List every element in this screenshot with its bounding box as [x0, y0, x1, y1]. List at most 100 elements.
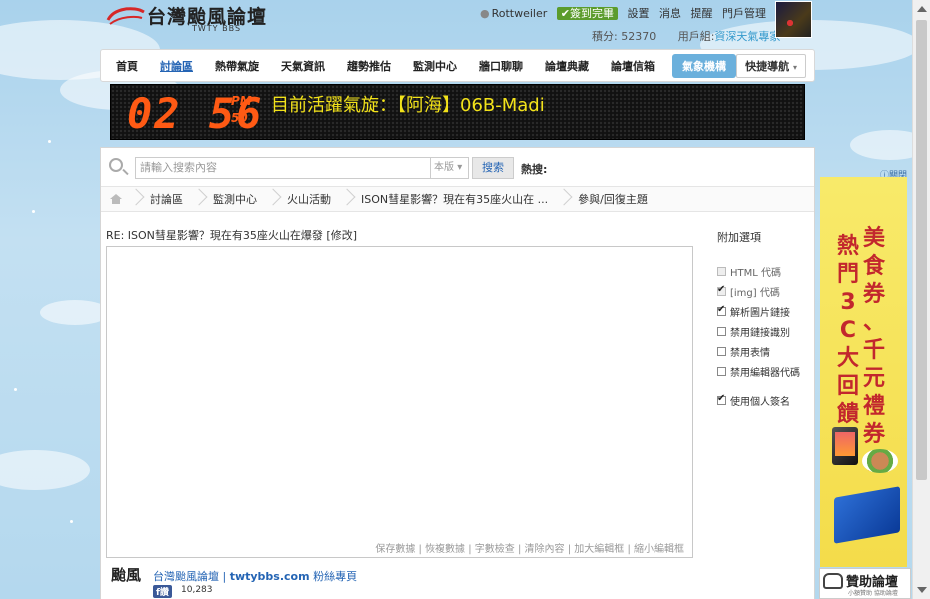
phone-image: [832, 427, 858, 465]
nav-trend-forecast[interactable]: 趨勢推估: [336, 58, 402, 74]
ad-glyph: 美: [862, 226, 885, 251]
fanpage-suffix: 粉絲專頁: [313, 570, 358, 583]
group-value[interactable]: 資深天氣專家: [714, 30, 780, 43]
ad-line-2: 熱門 3 C大回饋: [836, 233, 860, 429]
breadcrumb-forum[interactable]: 討論區: [140, 191, 193, 207]
ad-glyph: 食: [862, 254, 885, 279]
restore-data-link[interactable]: 恢複數據: [415, 544, 465, 555]
main-panel: 請輸入搜索內容 本版 ▾ 搜索 熱搜: 討論區 監測中心 火山活動 ISON彗星…: [100, 147, 815, 599]
quick-nav-label: 快捷導航: [745, 59, 790, 73]
led-seconds: 50: [231, 111, 248, 125]
save-data-link[interactable]: 保存數據: [375, 544, 415, 555]
nav-tropical-cyclone[interactable]: 熱帶氣旋: [204, 58, 270, 74]
option-parse-image-links[interactable]: 解析圖片鏈接: [717, 301, 812, 321]
search-button[interactable]: 搜索: [472, 157, 514, 179]
ad-glyph: 門: [836, 262, 859, 287]
search-scope-select[interactable]: 本版 ▾: [431, 157, 469, 179]
nav-weather-info[interactable]: 天氣資訊: [270, 58, 336, 74]
scroll-down-icon[interactable]: [917, 587, 927, 593]
ad-glyph: 熱: [836, 234, 859, 259]
sponsor-forum-button[interactable]: 贊助論壇 小額贊助 協助論壇: [819, 568, 911, 599]
username-link[interactable]: Rottweiler: [492, 7, 548, 20]
search-bar: 請輸入搜索內容 本版 ▾ 搜索 熱搜:: [101, 148, 814, 186]
ad-glyph: 元: [862, 366, 885, 391]
search-input[interactable]: 請輸入搜索內容: [135, 157, 431, 179]
checkbox[interactable]: [717, 284, 726, 296]
checkbox[interactable]: [717, 266, 726, 276]
breadcrumb-thread[interactable]: ISON彗星影響？現在有35座火山在 ...: [351, 191, 558, 207]
nav-archive[interactable]: 論壇典藏: [534, 58, 600, 74]
nav-forum[interactable]: 討論區: [149, 58, 204, 74]
avatar[interactable]: [775, 1, 812, 38]
breadcrumb-reply: 參與/回復主題: [578, 193, 648, 206]
breadcrumb-separator: [341, 186, 351, 212]
facebook-like-button[interactable]: f讚: [153, 585, 172, 598]
ad-glyph: 回: [836, 374, 859, 399]
fanpage-logo[interactable]: 颱風: [111, 568, 149, 599]
main-nav: 首頁 討論區 熱帶氣旋 天氣資訊 趨勢推估 監測中心 牆口聊聊 論壇典藏 論壇信…: [100, 49, 815, 82]
hot-search-label: 熱搜:: [521, 163, 548, 176]
quick-nav-dropdown[interactable]: 快捷導航 ▾: [736, 53, 806, 78]
option-use-signature[interactable]: 使用個人簽名: [717, 390, 812, 410]
fanpage-name[interactable]: 台灣颱風論壇 | twtybbs.com 粉絲專頁: [153, 568, 357, 584]
nav-chat[interactable]: 牆口聊聊: [468, 58, 534, 74]
portal-admin-link[interactable]: 門戶管理: [722, 7, 766, 20]
option-disable-editor-code[interactable]: 禁用編輯器代碼: [717, 361, 812, 381]
breadcrumb-volcano[interactable]: 火山活動: [277, 191, 341, 207]
fanpage-widget: 颱風 台灣颱風論壇 | twtybbs.com 粉絲專頁 f讚 10,283: [111, 566, 411, 599]
side-ad-banner[interactable]: 美食券、千元禮券、 熱門3C大回饋: [820, 177, 907, 567]
food-image: [862, 449, 898, 473]
settings-link[interactable]: 設置: [628, 7, 650, 20]
breadcrumb-separator: [130, 186, 140, 212]
option-label: 解析圖片鏈接: [730, 307, 790, 319]
breadcrumb-monitor-center[interactable]: 監測中心: [203, 191, 267, 207]
reply-editor[interactable]: 保存數據恢複數據字數檢查清除內容加大編輯框縮小編輯框: [106, 246, 693, 558]
checkbox[interactable]: [717, 304, 726, 316]
clear-content-link[interactable]: 清除內容: [515, 544, 565, 555]
checkbox[interactable]: [717, 346, 726, 356]
word-count-link[interactable]: 字數檢查: [465, 544, 515, 555]
option-label: 禁用編輯器代碼: [730, 367, 800, 379]
ad-glyph: 3: [840, 290, 856, 315]
score-text[interactable]: 積分: 52370: [592, 30, 656, 43]
ad-glyph: C: [839, 318, 857, 343]
option-disable-smilies[interactable]: 禁用表情: [717, 341, 812, 361]
signin-badge[interactable]: 簽到完畢: [556, 7, 618, 20]
nav-weather-agencies[interactable]: 氣象機構: [672, 53, 736, 78]
user-icon: ●: [480, 7, 490, 20]
messages-link[interactable]: 消息: [659, 7, 681, 20]
search-icon: [109, 158, 123, 172]
scroll-thumb[interactable]: [916, 20, 927, 480]
chevron-down-icon: ▾: [792, 62, 797, 72]
option-html-code[interactable]: HTML 代碼: [717, 261, 812, 281]
site-logo[interactable]: 台灣颱風論壇 TWTY BBS: [104, 2, 274, 33]
nav-mailbox[interactable]: 論壇信箱: [600, 58, 666, 74]
checkbox[interactable]: [717, 366, 726, 376]
checkbox[interactable]: [717, 326, 726, 336]
option-disable-link-detect[interactable]: 禁用鏈接識別: [717, 321, 812, 341]
shrink-editor-link[interactable]: 縮小編輯框: [624, 544, 684, 555]
enlarge-editor-link[interactable]: 加大編輯框: [565, 544, 625, 555]
option-label: 禁用表情: [730, 347, 770, 359]
ad-glyph: 大: [836, 346, 859, 371]
nav-home[interactable]: 首頁: [105, 58, 149, 74]
led-ampm: PM 50: [231, 93, 252, 127]
led-ampm-label: PM: [231, 94, 252, 108]
sponsor-sublabel: 小額贊助 協助論壇: [848, 590, 898, 597]
home-icon[interactable]: [110, 194, 122, 204]
nav-monitor-center[interactable]: 監測中心: [402, 58, 468, 74]
option-img-code[interactable]: [img] 代碼: [717, 281, 812, 301]
fanpage-like-count: 10,283: [181, 585, 213, 595]
piggy-bank-icon: [823, 573, 843, 589]
laptop-image: [834, 486, 900, 544]
scroll-up-icon[interactable]: [917, 6, 927, 12]
chevron-down-icon: ▾: [457, 162, 463, 173]
page-scrollbar[interactable]: [912, 0, 930, 599]
extra-options: 附加選項 HTML 代碼 [img] 代碼 解析圖片鏈接 禁用鏈接識別 禁用表情…: [717, 229, 812, 410]
notifications-link[interactable]: 提醒: [691, 7, 713, 20]
breadcrumb: 討論區 監測中心 火山活動 ISON彗星影響？現在有35座火山在 ... 參與/…: [101, 186, 814, 212]
user-bar: ●Rottweiler 簽到完畢 設置 消息 提醒 門戶管理 退出: [480, 5, 804, 21]
checkbox[interactable]: [717, 393, 726, 405]
score-row: 積分: 52370 用戶組:資深天氣專家: [592, 28, 780, 44]
breadcrumb-separator: [193, 186, 203, 212]
